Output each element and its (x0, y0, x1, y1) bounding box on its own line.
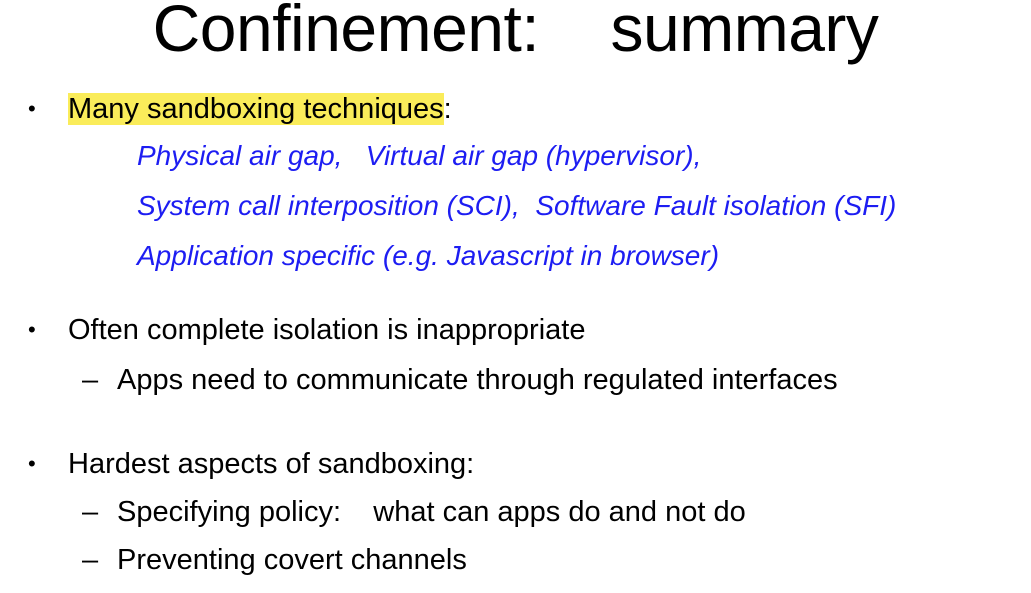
bullet-marker: • (28, 96, 36, 121)
example-line-2: System call interposition (SCI), Softwar… (137, 190, 897, 221)
sub-bullet-dash: – (82, 496, 99, 528)
slide-title: Confinement: summary (152, 0, 879, 65)
bullet-3-text: Hardest aspects of sandboxing: (68, 448, 475, 480)
bullet-1-colon: : (443, 93, 452, 125)
bullet-2-sub-1: Apps need to communicate through regulat… (117, 364, 838, 396)
sub-bullet-dash: – (82, 364, 99, 396)
bullet-marker: • (28, 451, 36, 476)
bullet-3-sub-2: Preventing covert channels (117, 544, 467, 576)
example-line-3: Application specific (e.g. Javascript in… (137, 240, 720, 271)
example-line-1: Physical air gap, Virtual air gap (hyper… (137, 140, 702, 171)
sub-bullet-dash: – (82, 544, 99, 576)
slide: Confinement: summary • Many sandboxing t… (0, 0, 1031, 593)
bullet-2-text: Often complete isolation is inappropriat… (68, 314, 586, 346)
highlighted-phrase: Many sandboxing techniques (68, 93, 444, 125)
bullet-marker: • (28, 317, 36, 342)
bullet-1-text: Many sandboxing techniques: (68, 91, 452, 127)
bullet-3-sub-1: Specifying policy: what can apps do and … (117, 496, 746, 528)
